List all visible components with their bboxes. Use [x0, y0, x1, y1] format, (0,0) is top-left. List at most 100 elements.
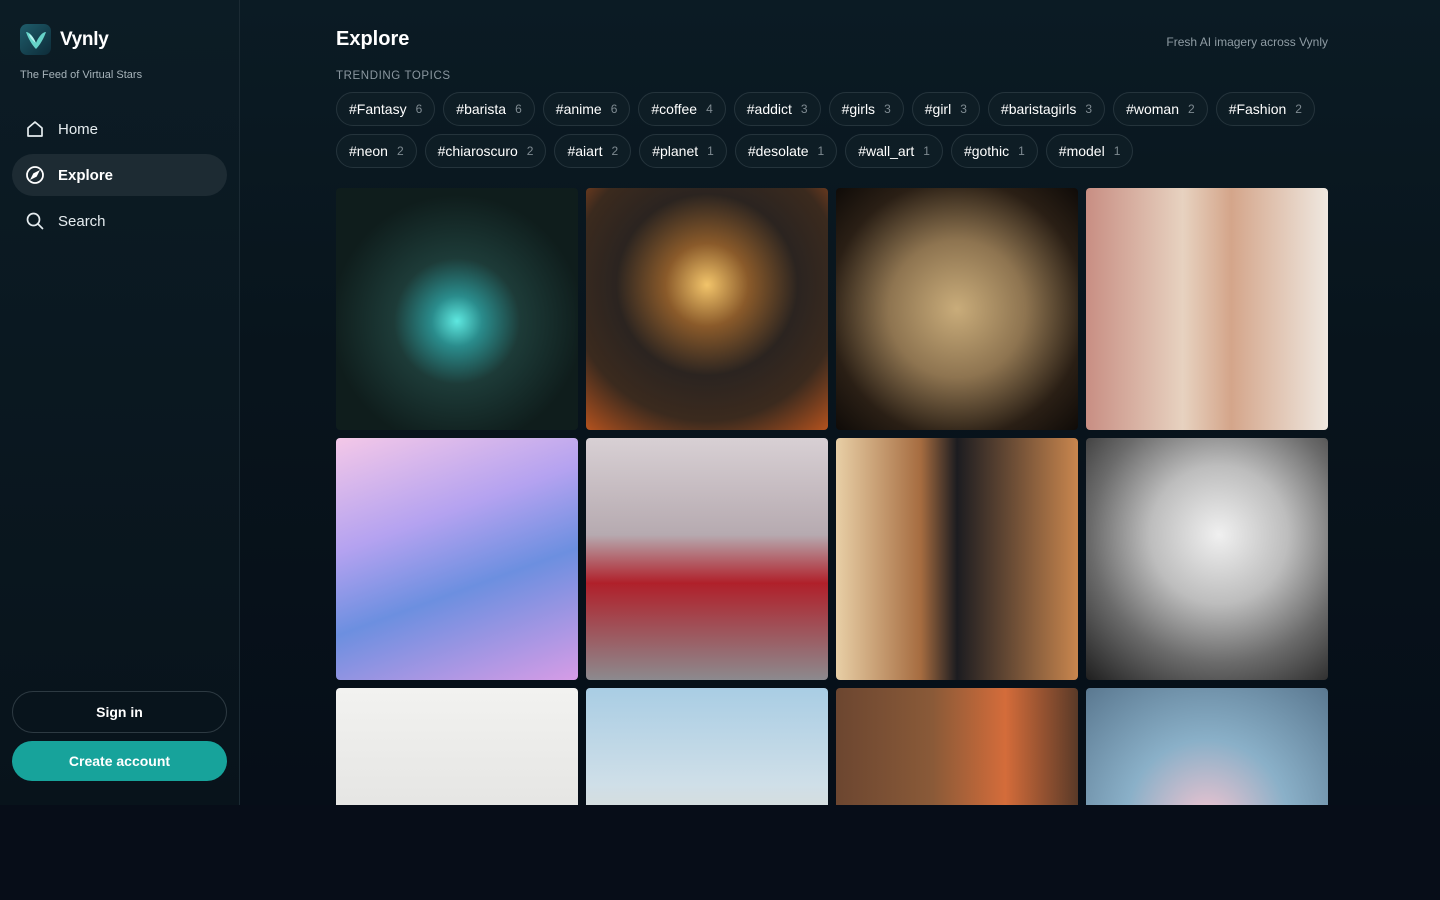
gallery-tile[interactable]: [586, 438, 828, 680]
tag-chip[interactable]: #baristagirls 3: [987, 92, 1106, 126]
nav-label-explore: Explore: [58, 166, 114, 184]
tag-chip[interactable]: #model 1: [1045, 134, 1134, 168]
compass-icon: [25, 165, 45, 185]
tag-chip[interactable]: #planet 1: [639, 134, 727, 168]
sidebar-nav: Home Explore Search: [12, 108, 227, 246]
app-window: Vynly The Feed of Virtual Stars Home Exp…: [0, 0, 1440, 805]
tag-count: 3: [800, 102, 808, 116]
create-account-button[interactable]: Create account: [12, 741, 227, 781]
tag-count: 3: [1085, 102, 1093, 116]
tag-chip[interactable]: #Fashion 2: [1215, 92, 1315, 126]
tag-label: #Fashion: [1228, 101, 1287, 117]
gallery-tile[interactable]: [1086, 188, 1328, 430]
tag-count: 1: [1113, 144, 1121, 158]
flower-face-image: [1086, 688, 1328, 805]
tag-chip[interactable]: #barista 6: [443, 92, 535, 126]
trending-tags: #Fantasy 6 #barista 6 #anime 6 #coffee 4 #addict…: [336, 92, 1328, 176]
gallery-tile[interactable]: [336, 188, 578, 430]
tag-label: #neon: [349, 143, 388, 159]
tag-count: 1: [817, 144, 825, 158]
tag-label: #gothic: [963, 143, 1010, 159]
trending-topics-label: TRENDING TOPICS: [336, 70, 451, 82]
gallery-tile[interactable]: [836, 188, 1078, 430]
gallery-tile[interactable]: [836, 688, 1078, 805]
nav-label-search: Search: [58, 212, 106, 230]
tag-count: 6: [515, 102, 522, 116]
home-icon: [25, 119, 45, 139]
clay-character-planet-image: [586, 688, 828, 805]
tag-chip[interactable]: #addict 3: [733, 92, 821, 126]
tag-chip[interactable]: #girls 3: [828, 92, 904, 126]
underwater-mermaid-image: [336, 438, 578, 680]
tag-chip[interactable]: #woman 2: [1113, 92, 1208, 126]
tag-chip[interactable]: #aiart 2: [554, 134, 632, 168]
tag-count: 2: [526, 144, 534, 158]
tag-label: #barista: [456, 101, 507, 117]
brand-tagline: The Feed of Virtual Stars: [20, 69, 143, 81]
tag-label: #aiart: [567, 143, 603, 159]
tag-count: 2: [611, 144, 619, 158]
armored-soldier-rifle-image: [336, 688, 578, 805]
tag-label: #Fantasy: [349, 101, 407, 117]
tag-count: 2: [396, 144, 404, 158]
tag-chip[interactable]: #desolate 1: [734, 134, 838, 168]
explore-main: Explore Fresh AI imagery across Vynly TR…: [336, 0, 1328, 805]
tag-chip[interactable]: #girl 3: [911, 92, 980, 126]
tag-count: 4: [706, 102, 713, 116]
page-title: Explore: [336, 28, 410, 50]
gothic-butterfly-woman-image: [836, 188, 1078, 430]
gallery-tile[interactable]: [336, 438, 578, 680]
tag-count: 2: [1295, 102, 1302, 116]
tag-label: #planet: [652, 143, 699, 159]
tag-label: #woman: [1126, 101, 1179, 117]
tag-chip[interactable]: #gothic 1: [950, 134, 1038, 168]
tag-count: 6: [415, 102, 423, 116]
gallery-tile[interactable]: [836, 438, 1078, 680]
tag-chip[interactable]: #anime 6: [542, 92, 631, 126]
tag-chip[interactable]: #coffee 4: [638, 92, 726, 126]
tag-label: #baristagirls: [1000, 101, 1077, 117]
nav-item-explore[interactable]: Explore: [12, 154, 227, 196]
tag-label: #anime: [555, 101, 602, 117]
search-icon: [25, 211, 45, 231]
sidebar: Vynly The Feed of Virtual Stars Home Exp…: [0, 0, 240, 805]
winged-hooded-figure-image: [586, 188, 828, 430]
image-gallery: [336, 188, 1328, 805]
nav-label-home: Home: [58, 120, 99, 138]
tag-label: #wall_art: [858, 143, 915, 159]
sign-in-button[interactable]: Sign in: [12, 691, 227, 733]
tag-label: #girls: [841, 101, 876, 117]
tag-count: 1: [707, 144, 714, 158]
glowing-butterfly-mushroom-image: [336, 188, 578, 430]
tag-chip[interactable]: #neon 2: [336, 134, 417, 168]
gallery-tile[interactable]: [336, 688, 578, 805]
nav-item-search[interactable]: Search: [12, 200, 227, 242]
tag-label: #coffee: [651, 101, 698, 117]
tag-count: 3: [960, 102, 967, 116]
gallery-tile[interactable]: [1086, 438, 1328, 680]
tag-label: #addict: [746, 101, 792, 117]
tag-label: #desolate: [747, 143, 809, 159]
tag-count: 1: [1018, 144, 1025, 158]
tag-row: #Fantasy 6 #barista 6 #anime 6 #coffee 4 #addict…: [336, 92, 1328, 126]
two-anime-girls-cafe-image: [836, 688, 1078, 805]
tag-count: 2: [1188, 102, 1195, 116]
tag-count: 1: [923, 144, 930, 158]
gallery-tile[interactable]: [1086, 688, 1328, 805]
page-subtitle: Fresh AI imagery across Vynly: [1166, 35, 1328, 49]
tag-row: #neon 2 #chiaroscuro 2 #aiart 2 #planet 1 #desol…: [336, 134, 1328, 168]
hooded-woman-monochrome-image: [1086, 438, 1328, 680]
blonde-woman-sunglasses-image: [1086, 188, 1328, 430]
gallery-tile[interactable]: [586, 688, 828, 805]
tag-label: #model: [1058, 143, 1105, 159]
brand-name: Vynly: [60, 28, 109, 50]
tag-chip[interactable]: #wall_art 1: [845, 134, 943, 168]
tag-chip[interactable]: #Fantasy 6: [336, 92, 436, 126]
tag-count: 3: [884, 102, 891, 116]
brand[interactable]: Vynly: [20, 24, 109, 55]
gallery-tile[interactable]: [586, 188, 828, 430]
tag-chip[interactable]: #chiaroscuro 2: [424, 134, 547, 168]
samurai-girl-red-image: [586, 438, 828, 680]
nav-item-home[interactable]: Home: [12, 108, 227, 150]
vynly-logo-icon: [20, 24, 51, 55]
